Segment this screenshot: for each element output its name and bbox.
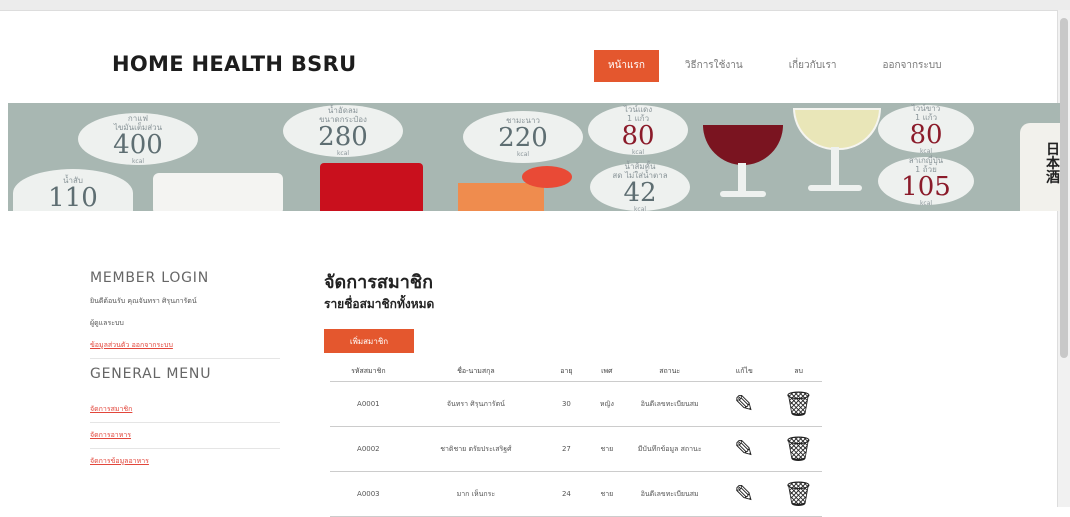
column-header-id: รหัสสมาชิก [330,361,407,382]
calorie-bubble-red-wine: ไวน์แดง 1 แก้ว 80 kcal [588,105,688,156]
nav-about[interactable]: เกี่ยวกับเรา [775,50,851,82]
member-login-heading: MEMBER LOGIN [90,270,210,286]
delete-cell: 🗑 [775,426,822,472]
cell-id: A0001 [330,381,407,427]
cell-status: มีบันทึกข้อมูล สถานะ [626,426,714,472]
white-wine-glass-image [793,108,881,150]
sake-label: 日本酒 [1046,142,1060,186]
edit-icon[interactable]: ✎ [734,482,754,506]
trash-icon[interactable]: 🗑 [783,482,813,506]
coffee-cup-image [153,173,283,211]
cell-name: จันทรา ศิรุนภารัตน์ [406,381,546,427]
sidebar-divider [90,358,280,359]
window-top-bar [0,0,1070,11]
cell-name: มาก เห็นกระ [406,471,546,517]
delete-cell: 🗑 [775,471,822,517]
cell-id: A0003 [330,471,407,517]
scrollbar-thumb[interactable] [1060,18,1068,358]
calorie-bubble-lemon-tea: ชามะนาว 220 kcal [463,111,583,163]
nav-logout[interactable]: ออกจากระบบ [868,50,955,82]
orange-slice-image [522,166,572,188]
red-wine-base [720,191,766,197]
edit-icon[interactable]: ✎ [734,392,754,416]
cell-age: 24 [545,471,588,517]
general-menu-heading: GENERAL MENU [90,366,212,382]
nav-home[interactable]: หน้าแรก [594,50,659,82]
cell-sex: หญิง [587,381,627,427]
profile-logout-link[interactable]: ข้อมูลส่วนตัว ออกจากระบบ [90,340,280,351]
cell-status: อินดีเลขทะเบียนสม [626,381,714,427]
calorie-bubble-coffee: กาแฟ ไขมันเต็มส่วน 400 kcal [78,113,198,165]
main-content: จัดการสมาชิก รายชื่อสมาชิกทั้งหมด เพิ่มส… [324,272,824,517]
edit-cell: ✎ [713,471,776,517]
nav-how-to-use[interactable]: วิธีการใช้งาน [671,50,757,82]
cell-age: 30 [545,381,588,427]
red-wine-stem [738,163,746,193]
calorie-bubble-orange-juice: น้ำส้มคั้น สด ไม่ใส่น้ำตาล 42 kcal [590,162,690,211]
table-header-row: รหัสสมาชิก ชื่อ-นามสกุล อายุ เพศ สถานะ แ… [330,361,822,382]
table-row: A0003 มาก เห็นกระ 24 ชาย อินดีเลขทะเบียน… [330,471,822,517]
calorie-bubble-white-wine: ไวน์ขาว 1 แก้ว 80 kcal [878,104,974,155]
cell-id: A0002 [330,426,407,472]
hero-banner: 日本酒 กาแฟ ไขมันเต็มส่วน 400 kcal น้ำสับ 1… [8,103,1060,211]
sidebar-divider [90,422,280,423]
table-row: A0002 ชาติชาย ตรัยประเสริฐศ์ 27 ชาย มีบั… [330,426,822,472]
edit-cell: ✎ [713,426,776,472]
column-header-edit: แก้ไข [713,361,776,382]
edit-cell: ✎ [713,381,776,427]
column-header-name: ชื่อ-นามสกุล [406,361,546,382]
trash-icon[interactable]: 🗑 [783,392,813,416]
trash-icon[interactable]: 🗑 [783,437,813,461]
calorie-bubble-sake: สาเกญี่ปุ่น 1 ถ้วย 105 kcal [878,156,974,207]
soda-can-image [320,163,423,211]
page-title: จัดการสมาชิก [324,272,433,293]
page-subtitle: รายชื่อสมาชิกทั้งหมด [324,297,435,311]
cell-sex: ชาย [587,471,627,517]
cell-age: 27 [545,426,588,472]
cell-sex: ชาย [587,426,627,472]
sidebar-item-manage-members[interactable]: จัดการสมาชิก [90,404,280,415]
sidebar-divider [90,448,280,449]
cell-name: ชาติชาย ตรัยประเสริฐศ์ [406,426,546,472]
top-nav: หน้าแรก วิธีการใช้งาน เกี่ยวกับเรา ออกจา… [594,50,974,82]
calorie-bubble-water: น้ำสับ 110 [13,169,133,211]
sidebar-item-manage-food[interactable]: จัดการอาหาร [90,430,280,441]
column-header-delete: ลบ [775,361,822,382]
sidebar-item-manage-food-data[interactable]: จัดการข้อมูลอาหาร [90,456,280,467]
delete-cell: 🗑 [775,381,822,427]
column-header-status: สถานะ [626,361,714,382]
welcome-text: ยินดีต้อนรับ คุณจันทรา ศิรุนภารัตน์ [90,297,197,305]
white-wine-base [808,185,862,191]
column-header-sex: เพศ [587,361,627,382]
column-header-age: อายุ [545,361,588,382]
site-brand[interactable]: HOME HEALTH BSRU [112,52,356,76]
page-scrollbar[interactable] [1057,10,1070,507]
white-wine-stem [831,147,839,187]
sidebar: MEMBER LOGIN ยินดีต้อนรับ คุณจันทรา ศิรุ… [90,270,280,467]
members-table: รหัสสมาชิก ชื่อ-นามสกุล อายุ เพศ สถานะ แ… [330,361,822,517]
cell-status: อินดีเลขทะเบียนสม [626,471,714,517]
juice-glass-image [458,183,544,211]
role-text: ผู้ดูแลระบบ [90,319,124,327]
table-row: A0001 จันทรา ศิรุนภารัตน์ 30 หญิง อินดีเ… [330,381,822,427]
edit-icon[interactable]: ✎ [734,437,754,461]
add-member-button[interactable]: เพิ่มสมาชิก [324,329,414,353]
calorie-bubble-soda: น้ำอัดลม ขนาดกระป๋อง 280 kcal [283,105,403,157]
red-wine-glass-image [703,125,783,165]
